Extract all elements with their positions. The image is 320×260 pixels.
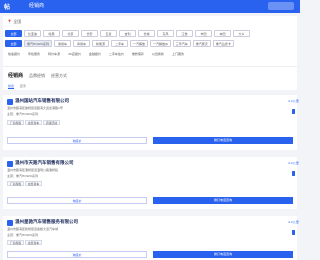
ask-price-button[interactable]: 询底价 — [7, 197, 147, 204]
phone-icon[interactable] — [292, 109, 295, 114]
dealer-icon — [7, 220, 13, 226]
filter-panel: 全部 比亚迪 哈弗 北京 长安 五菱 吉利 长城 东风 江淮 丰田 本田 大众 … — [3, 28, 297, 66]
filter-chip[interactable]: 新能源 — [91, 40, 109, 47]
filter-chip[interactable]: 丰田 — [195, 30, 212, 37]
filter-chip[interactable]: 年检服务 — [25, 50, 44, 57]
filter-chip[interactable]: 东风 — [157, 30, 174, 37]
tab-brand-dealer[interactable]: 品牌经销 — [29, 73, 45, 79]
filter-chip[interactable]: 北京 — [62, 30, 79, 37]
dealer-brands: 主营：重汽HOWO系列 — [7, 174, 38, 178]
dealer-name[interactable]: 温州星驰汽车销售服务有限公司 — [15, 219, 78, 225]
dealer-address: 温州市瓯海区潘桥街道温瑞公路潘桥段 — [7, 168, 59, 172]
tab-dealer[interactable]: 经销商 — [8, 72, 23, 79]
service-filter-row: 快速报价 年检服务 特价车源 4S店报价 金融报价 二手车估价 维修保养 以旧换… — [5, 50, 187, 57]
filter-chip[interactable]: 重汽汕德卡 — [212, 40, 234, 47]
sort-overall[interactable]: 综合 — [8, 84, 15, 89]
location-label: 全国 — [13, 19, 22, 24]
call-dealer-button[interactable]: 拨打电话咨询 — [153, 197, 293, 204]
filter-chip[interactable]: 本田 — [214, 30, 231, 37]
dealer-tag: 厂商授权 — [7, 181, 25, 186]
dealer-tag: 在售新车 — [25, 181, 43, 186]
dealer-tag: 在售新车 — [25, 120, 43, 125]
filter-chip[interactable]: 重汽HOWO系列 — [24, 40, 52, 47]
phone-icon[interactable] — [292, 171, 295, 176]
filter-chip[interactable]: 以旧换新 — [148, 50, 167, 57]
filter-chip[interactable]: 长安 — [81, 30, 98, 37]
dealer-tag: 厂商授权 — [7, 240, 25, 245]
filter-chip[interactable]: 二手车 — [110, 40, 128, 47]
app-logo: 帖 — [4, 4, 11, 11]
filter-chip[interactable]: 长城 — [138, 30, 155, 37]
dealer-tag: 在售新车 — [25, 240, 43, 245]
dealer-distance: 4.2公里 — [288, 99, 299, 103]
filter-chip[interactable]: 重汽豪沃 — [192, 40, 211, 47]
filter-chip[interactable]: 大众 — [233, 30, 250, 37]
filter-chip[interactable]: 全部 — [5, 40, 22, 47]
dealer-address: 温州市瓯海区新桥街道金蟾大道汽车城 — [7, 227, 59, 231]
filter-chip[interactable]: 乘用车 — [53, 40, 71, 47]
filter-chip[interactable]: 五菱 — [100, 30, 117, 37]
filter-chip[interactable]: 三环汽车 — [172, 40, 191, 47]
filter-chip[interactable]: 快速报价 — [5, 50, 24, 57]
filter-chip[interactable]: 比亚迪 — [24, 30, 41, 37]
page-title: 经销商 — [29, 3, 45, 9]
filter-chip[interactable]: 特价车源 — [45, 50, 64, 57]
filter-chip[interactable]: 金融报价 — [85, 50, 104, 57]
filter-chip[interactable]: 吉利 — [119, 30, 136, 37]
top-bar: 帖 经销商 — [0, 0, 300, 13]
dealer-tag: 厂商授权 — [7, 120, 25, 125]
header-action-button[interactable] — [268, 2, 294, 10]
filter-chip[interactable]: 4S店报价 — [65, 50, 84, 57]
ask-price-button[interactable]: 询底价 — [7, 137, 147, 144]
dealer-card[interactable]: 温州国站汽车销售有限公司 4.2公里 温州市瓯海区娄桥街道瓯海大道龙港路1号 主… — [3, 95, 299, 150]
dealer-icon — [7, 161, 13, 167]
dealer-brands: 主营：重汽HOWO系列 — [7, 233, 38, 237]
dealer-brands: 主营：重汽HOWO系列 — [7, 112, 38, 116]
filter-chip[interactable]: 哈弗 — [43, 30, 60, 37]
result-tabs: 经销商 品牌经销 经营方式 综合 距离 — [3, 66, 297, 90]
filter-chip[interactable]: 维修保养 — [128, 50, 147, 57]
dealer-icon — [7, 99, 13, 105]
call-dealer-button[interactable]: 拨打电话咨询 — [153, 137, 293, 144]
dealer-name[interactable]: 温州国站汽车销售有限公司 — [15, 98, 69, 104]
dealer-distance: 4.2公里 — [288, 220, 299, 224]
tab-business-type[interactable]: 经营方式 — [51, 73, 67, 79]
ask-price-button[interactable]: 询底价 — [7, 251, 147, 258]
sort-distance[interactable]: 距离 — [20, 84, 26, 89]
dealer-name[interactable]: 温州市天路汽车销售有限公司 — [15, 160, 74, 166]
location-pin-icon: 📍 — [7, 19, 12, 24]
dealer-distance: 4.2公里 — [288, 161, 299, 165]
dealer-card[interactable]: 温州星驰汽车销售服务有限公司 4.2公里 温州市瓯海区新桥街道金蟾大道汽车城 主… — [3, 216, 299, 260]
filter-chip[interactable]: 商用车 — [72, 40, 90, 47]
filter-chip[interactable]: 二手车估价 — [105, 50, 127, 57]
filter-chip[interactable]: 上门服务 — [168, 50, 187, 57]
filter-chip[interactable]: 一汽解放 — [129, 40, 148, 47]
filter-chip[interactable]: 全部 — [5, 30, 22, 37]
call-dealer-button[interactable]: 拨打电话咨询 — [153, 251, 293, 258]
filter-chip[interactable]: 江淮 — [176, 30, 193, 37]
phone-icon[interactable] — [292, 230, 295, 235]
series-filter-row: 全部 重汽HOWO系列 乘用车 商用车 新能源 二手车 一汽解放 一汽解放J6 … — [5, 40, 234, 47]
location-selector[interactable]: 📍 全国 — [3, 16, 297, 28]
dealer-card[interactable]: 温州市天路汽车销售有限公司 4.2公里 温州市瓯海区潘桥街道温瑞公路潘桥段 主营… — [3, 157, 299, 209]
dealer-tag: 店铺活动 — [43, 120, 61, 125]
filter-chip[interactable]: 一汽解放J6 — [149, 40, 171, 47]
brand-filter-row: 全部 比亚迪 哈弗 北京 长安 五菱 吉利 长城 东风 江淮 丰田 本田 大众 — [5, 30, 250, 37]
dealer-address: 温州市瓯海区娄桥街道瓯海大道龙港路1号 — [7, 106, 63, 110]
